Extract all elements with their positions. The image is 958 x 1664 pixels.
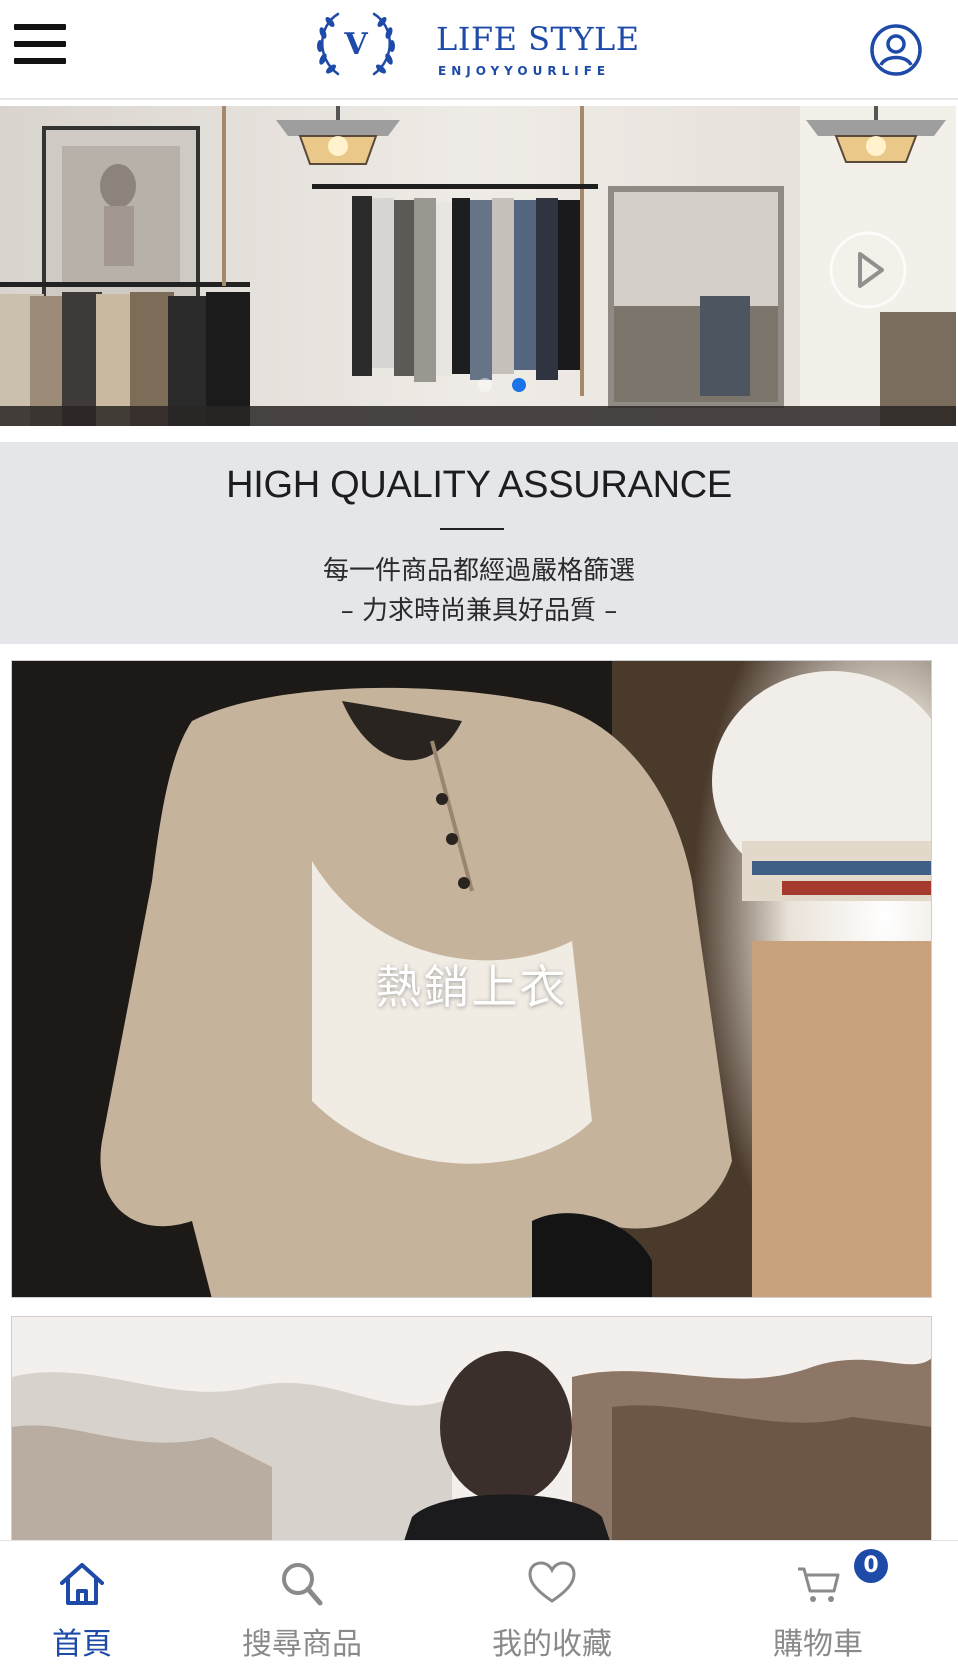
nav-label: 我的收藏 [492, 1627, 612, 1662]
search-icon [282, 1563, 323, 1606]
hero-carousel[interactable] [0, 106, 956, 426]
nav-favorites[interactable]: 我的收藏 [452, 1541, 652, 1664]
brand-initial: V [343, 27, 368, 62]
laurel-wreath-icon: V [317, 12, 395, 76]
app-page: V LIFE STYLE ENJOYYOURLIFE HIGH QUALITY … [0, 0, 958, 1664]
user-account-icon[interactable] [868, 22, 924, 78]
top-header: V LIFE STYLE ENJOYYOURLIFE [0, 0, 958, 100]
brand-title: LIFE STYLE [436, 20, 640, 58]
divider [440, 528, 504, 530]
heart-icon [528, 1561, 576, 1603]
quality-title: HIGH QUALITY ASSURANCE [226, 464, 732, 506]
quality-description: 每一件商品都經過嚴格篩選 [322, 556, 635, 586]
home-icon [60, 1563, 104, 1605]
brand-logo[interactable]: V LIFE STYLE ENJOYYOURLIFE [308, 8, 648, 80]
category-label: 熱銷上衣 [375, 960, 568, 1014]
cart-icon [798, 1567, 840, 1602]
play-arrow-icon[interactable] [828, 230, 908, 310]
carousel-indicator [478, 376, 538, 396]
brand-tagline: ENJOYYOURLIFE [438, 64, 611, 78]
nav-label: 首頁 [52, 1627, 112, 1662]
nav-label: 搜尋商品 [242, 1627, 362, 1662]
nav-search[interactable]: 搜尋商品 [202, 1541, 402, 1664]
category-image [12, 1317, 931, 1546]
menu-icon[interactable] [14, 24, 66, 64]
bottom-navigation: 首頁 搜尋商品 我的收藏 購物車 0 [0, 1540, 958, 1664]
nav-cart[interactable]: 購物車 [718, 1541, 918, 1664]
category-card-top-sellers[interactable]: 熱銷上衣 [11, 660, 932, 1298]
nav-label: 購物車 [773, 1627, 863, 1662]
carousel-dot-active[interactable] [512, 378, 526, 392]
category-card-second[interactable] [11, 1316, 932, 1546]
quality-slogan: – 力求時尚兼具好品質 – [340, 596, 618, 626]
nav-home[interactable]: 首頁 [0, 1541, 182, 1664]
cart-count-badge: 0 [854, 1549, 888, 1583]
carousel-dot[interactable] [478, 378, 492, 392]
quality-assurance-banner: HIGH QUALITY ASSURANCE 每一件商品都經過嚴格篩選 – 力求… [0, 442, 958, 644]
